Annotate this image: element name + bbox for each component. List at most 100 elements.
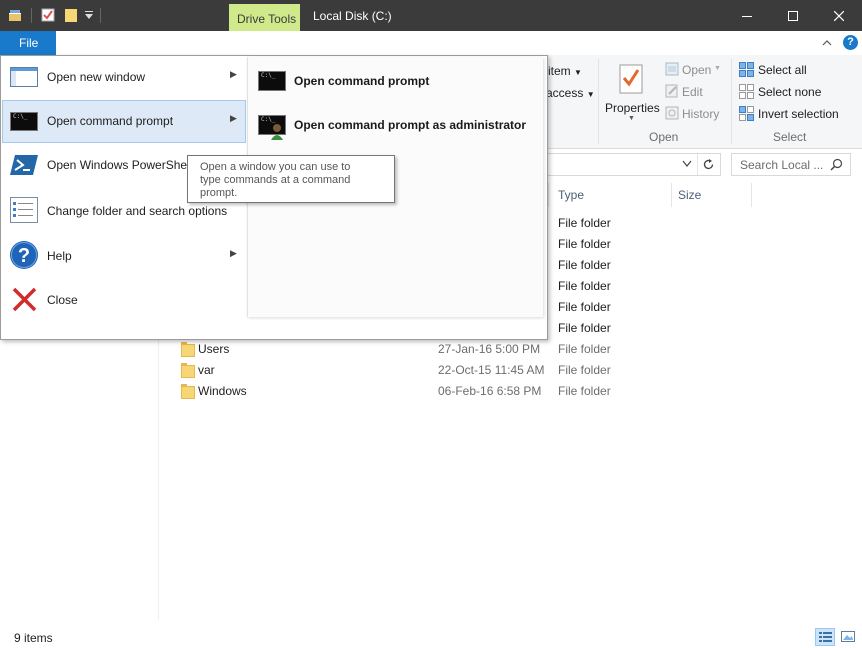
group-divider	[731, 59, 732, 144]
details-view-icon	[819, 632, 832, 642]
properties-label: Properties	[605, 101, 660, 115]
address-bar[interactable]	[540, 153, 721, 176]
details-view-button[interactable]	[815, 628, 835, 646]
history-icon	[665, 106, 679, 120]
edit-label: Edit	[682, 85, 703, 99]
file-type: File folder	[558, 321, 611, 335]
file-tab-label: File	[19, 36, 39, 50]
separator	[31, 8, 32, 23]
properties-button[interactable]: Properties ▼	[603, 59, 660, 125]
select-none-label: Select none	[758, 85, 822, 99]
file-tab[interactable]: File	[0, 31, 56, 55]
minimize-button[interactable]	[724, 0, 770, 31]
window-icon	[10, 67, 38, 87]
help-icon: ?	[10, 241, 38, 269]
customize-quick-access-icon[interactable]	[84, 9, 94, 21]
file-type: File folder	[558, 300, 611, 314]
command-prompt-icon: C:\_	[10, 112, 38, 131]
search-box[interactable]: Search Local ...	[731, 153, 851, 176]
item-dropdown[interactable]: item ▼	[548, 64, 582, 78]
file-type: File folder	[558, 237, 611, 251]
column-divider[interactable]	[671, 183, 672, 207]
drive-tools-label: Drive Tools	[237, 12, 297, 26]
explorer-icon[interactable]	[8, 8, 22, 22]
menu-item-label: Change folder and search options	[47, 204, 228, 218]
submenu-item-open-command-prompt-admin[interactable]: C:\_ Open command prompt as administrato…	[256, 107, 538, 145]
file-type: File folder	[558, 342, 611, 356]
dropdown-arrow-icon: ▼	[628, 115, 635, 122]
open-icon	[665, 62, 679, 76]
help-button[interactable]: ?	[843, 35, 858, 50]
properties-icon	[619, 64, 643, 94]
select-none-button[interactable]: Select none	[737, 84, 857, 102]
command-prompt-icon: C:\_	[258, 71, 286, 91]
chevron-right-icon: ▶	[230, 69, 237, 79]
menu-item-open-new-window[interactable]: Open new window ▶	[2, 56, 246, 99]
submenu-item-label: Open command prompt as administrator	[294, 118, 527, 132]
invert-selection-button[interactable]: Invert selection	[737, 106, 859, 124]
menu-item-label: Open command prompt	[47, 114, 174, 128]
size-column-header[interactable]: Size	[678, 188, 701, 202]
column-divider[interactable]	[548, 183, 549, 207]
file-name: Users	[198, 342, 230, 356]
column-divider[interactable]	[751, 183, 752, 207]
help-icon: ?	[847, 36, 854, 48]
close-icon	[834, 10, 844, 21]
select-all-button[interactable]: Select all	[737, 62, 857, 80]
new-folder-quick-icon[interactable]	[64, 8, 78, 22]
minimize-icon	[742, 15, 752, 17]
menu-item-close[interactable]: Close	[2, 278, 246, 321]
dropdown-arrow-icon: ▼	[586, 90, 595, 99]
maximize-button[interactable]	[770, 0, 816, 31]
chevron-up-icon	[822, 40, 832, 46]
open-group-label: Open	[649, 130, 679, 144]
search-placeholder: Search Local ...	[740, 158, 824, 172]
type-column-header[interactable]: Type	[558, 188, 584, 202]
large-icons-view-icon	[841, 631, 855, 642]
submenu-item-label: Open command prompt	[294, 74, 430, 88]
separator	[697, 154, 698, 175]
properties-quick-icon[interactable]	[41, 8, 55, 22]
drive-tools-context-tab[interactable]: Drive Tools	[229, 4, 300, 31]
open-button[interactable]: Open ▼	[664, 62, 734, 80]
menu-item-label: Close	[47, 293, 78, 307]
file-type: File folder	[558, 216, 611, 230]
dropdown-arrow-icon: ▼	[574, 68, 582, 77]
file-name: Windows	[198, 384, 247, 398]
access-dropdown[interactable]: access ▼	[546, 86, 595, 100]
edit-icon	[665, 84, 678, 98]
menu-item-open-command-prompt[interactable]: C:\_ Open command prompt ▶	[2, 100, 246, 143]
large-icons-view-button[interactable]	[838, 628, 858, 646]
chevron-down-icon[interactable]	[682, 160, 692, 168]
collapse-ribbon-button[interactable]	[820, 36, 834, 50]
powershell-icon	[10, 155, 38, 175]
group-divider	[598, 59, 599, 144]
title-bar: Drive Tools Local Disk (C:)	[0, 0, 862, 31]
close-window-button[interactable]	[816, 0, 862, 31]
file-date: 27-Jan-16 5:00 PM	[438, 342, 541, 356]
file-type: File folder	[558, 279, 611, 293]
table-row[interactable]: Windows 06-Feb-16 6:58 PM File folder	[160, 381, 860, 402]
invert-selection-label: Invert selection	[758, 107, 839, 121]
chevron-right-icon: ▶	[230, 248, 237, 258]
file-type: File folder	[558, 384, 611, 398]
status-bar: 9 items	[0, 626, 862, 648]
edit-button[interactable]: Edit	[664, 84, 734, 102]
menu-item-help[interactable]: ? Help ▶	[2, 234, 246, 277]
select-group-label: Select	[773, 130, 807, 144]
search-icon	[830, 158, 843, 171]
folder-icon	[181, 384, 195, 399]
table-row[interactable]: Users 27-Jan-16 5:00 PM File folder	[160, 339, 860, 360]
select-all-icon	[739, 62, 754, 77]
ribbon-tab-strip: ?	[0, 31, 862, 56]
refresh-icon[interactable]	[702, 158, 715, 171]
file-date: 06-Feb-16 6:58 PM	[438, 384, 542, 398]
file-date: 22-Oct-15 11:45 AM	[438, 363, 545, 377]
tooltip-line: prompt.	[200, 187, 238, 199]
folder-icon	[181, 363, 195, 378]
maximize-icon	[788, 10, 798, 21]
submenu-item-open-command-prompt[interactable]: C:\_ Open command prompt	[256, 63, 538, 101]
folder-options-icon	[10, 197, 38, 223]
table-row[interactable]: var 22-Oct-15 11:45 AM File folder	[160, 360, 860, 381]
history-button[interactable]: History	[664, 106, 734, 124]
